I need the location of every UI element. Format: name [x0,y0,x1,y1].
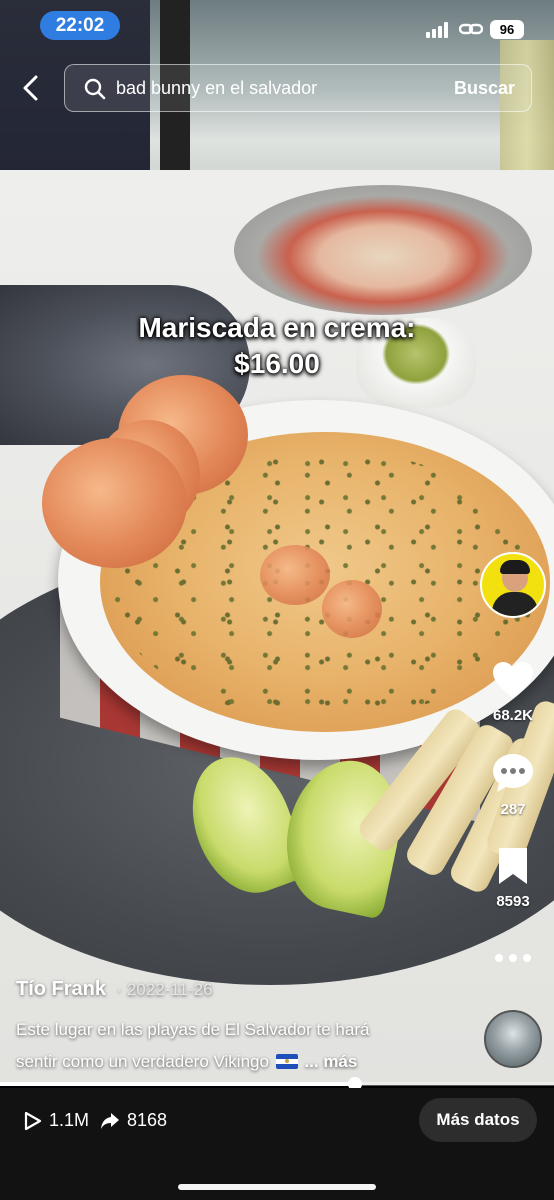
post-description[interactable]: Este lugar en las playas de El Salvador … [16,1014,471,1078]
video-squid [260,545,330,605]
shares-count: 8168 [127,1110,168,1130]
like-button[interactable]: 68.2K [478,660,548,724]
search-button[interactable]: Buscar [454,78,515,99]
heart-icon [493,662,533,698]
search-query: bad bunny en el salvador [116,78,318,98]
video-progress-fill [0,1082,355,1086]
more-data-button[interactable]: Más datos [419,1098,537,1142]
description-line2: sentir como un verdadero Vikingo [16,1052,269,1071]
share-icon [101,1112,119,1129]
author-row: Tío Frank · 2022-11-26 [16,978,213,1001]
like-count: 68.2K [492,707,534,724]
plays-count: 1.1M [49,1110,90,1130]
comment-button[interactable]: 287 [478,752,548,818]
more-dots-icon[interactable] [493,950,533,966]
video-frame[interactable] [0,0,554,1085]
video-caption-line1: Mariscada en crema: [138,312,416,343]
video-caption: Mariscada en crema: $16.00 [0,310,554,382]
description-line1: Este lugar en las playas de El Salvador … [16,1020,370,1039]
author-avatar[interactable] [480,552,546,618]
video-shrimp [42,438,187,568]
status-time: 22:02 [40,11,120,40]
video-caption-line2: $16.00 [234,348,320,379]
comment-count: 287 [500,801,526,818]
back-arrow-icon[interactable] [12,68,52,108]
more-link[interactable]: ... más [304,1052,357,1071]
play-icon [24,1111,42,1130]
search-input[interactable]: bad bunny en el salvador Buscar [64,64,532,112]
bookmark-icon [499,848,527,884]
home-indicator[interactable] [178,1184,376,1190]
video-ceviche-bowl [234,185,532,315]
cellular-signal-icon [426,22,452,38]
search-icon [84,78,106,100]
el-salvador-flag-icon [275,1054,298,1069]
comment-icon [493,754,533,792]
plays-stat: 1.1M [24,1110,89,1131]
battery-indicator: 96 [490,20,524,39]
post-date: · 2022-11-26 [116,980,213,999]
search-row: bad bunny en el salvador Buscar [0,64,554,112]
hotspot-link-icon [459,23,483,35]
author-name[interactable]: Tío Frank [16,978,106,1000]
video-seafood [322,580,382,638]
bookmark-button[interactable]: 8593 [478,846,548,910]
video-progress-bar[interactable] [0,1077,554,1091]
music-disc-icon[interactable] [484,1010,542,1068]
status-bar: 22:02 96 [0,0,554,52]
bookmark-count: 8593 [496,893,530,910]
shares-stat: 8168 [100,1110,167,1131]
